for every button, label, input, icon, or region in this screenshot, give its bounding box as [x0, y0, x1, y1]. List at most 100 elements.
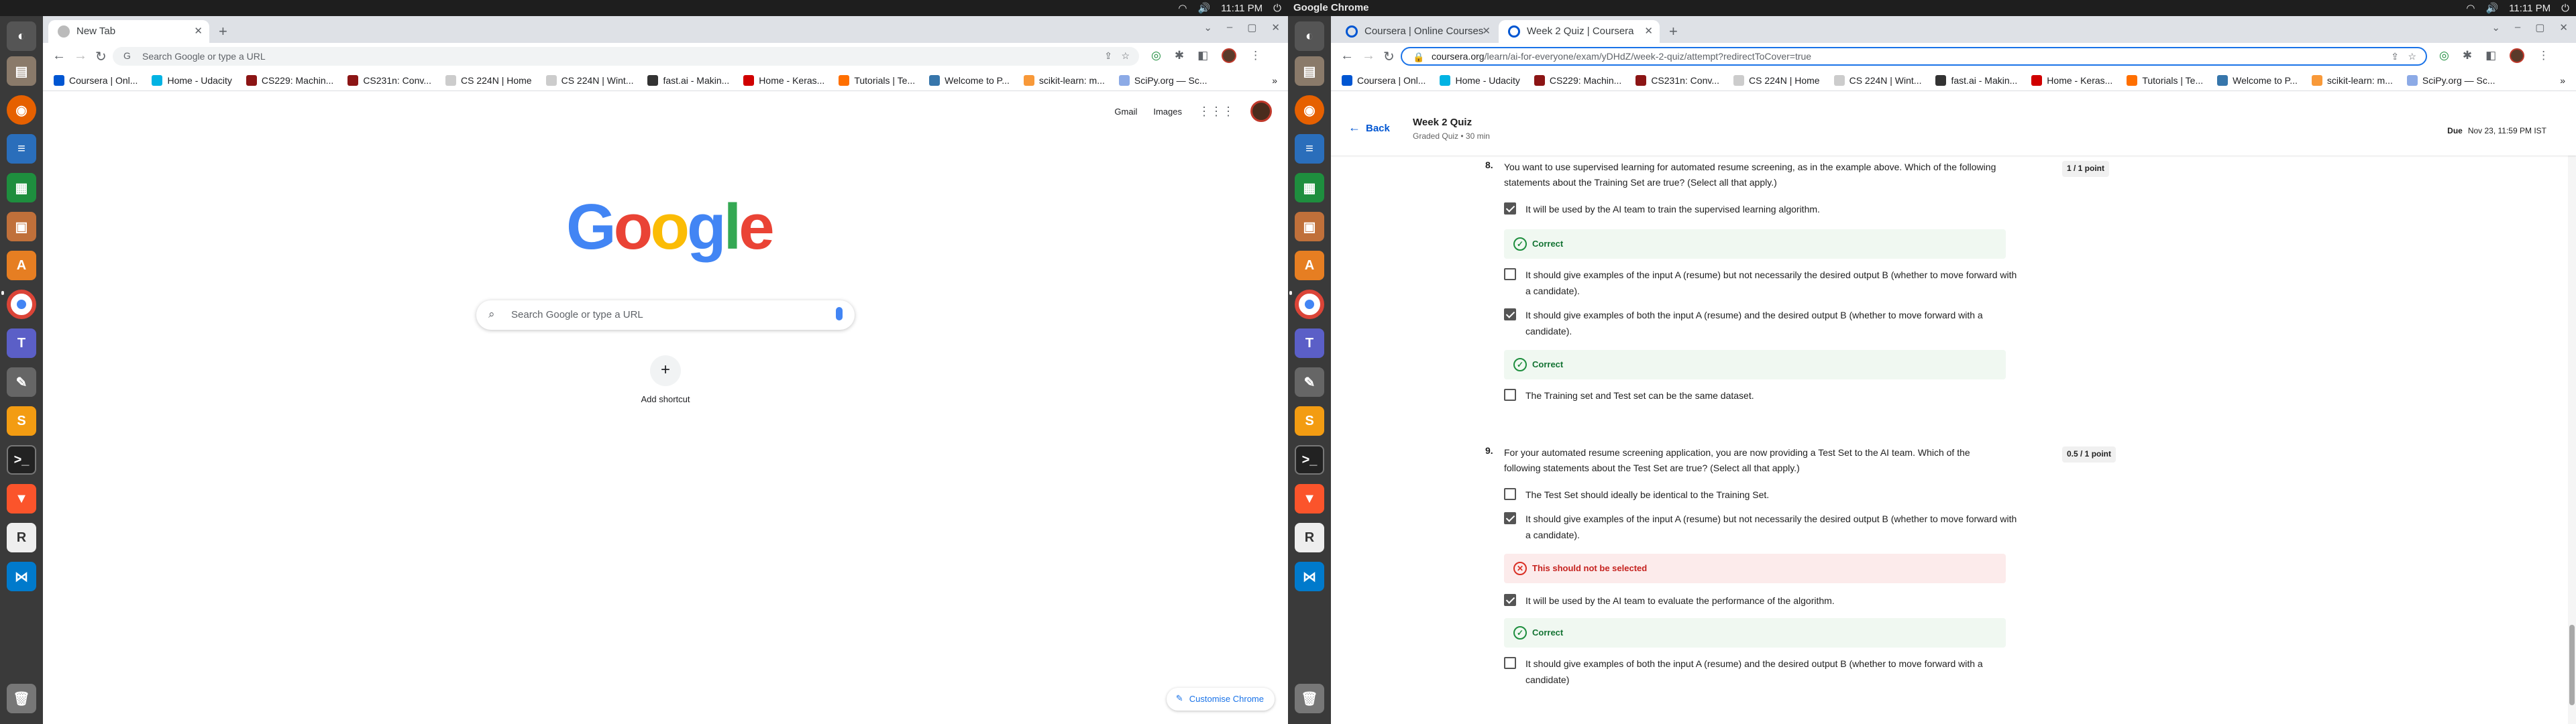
files-icon[interactable]: ▤ — [7, 56, 36, 86]
forward-arrow-icon[interactable]: → — [74, 48, 87, 64]
checkbox-unchecked[interactable] — [1504, 488, 1516, 500]
tab-week2-quiz[interactable]: Week 2 Quiz | Coursera ✕ — [1499, 20, 1660, 43]
side-panel-icon[interactable]: ◧ — [2485, 49, 2496, 62]
bookmark-item[interactable]: fast.ai - Makin... — [647, 70, 729, 90]
vscode-icon[interactable]: ⋈ — [1295, 562, 1324, 591]
bookmark-item[interactable]: fast.ai - Makin... — [1935, 70, 2017, 90]
teams-icon[interactable]: T — [7, 328, 36, 358]
bookmark-item[interactable]: scikit-learn: m... — [1023, 70, 1105, 90]
menu-icon[interactable]: ⋮ — [2538, 49, 2549, 62]
tab-new-tab[interactable]: New Tab ✕ — [48, 20, 209, 43]
forward-arrow-icon[interactable]: → — [1362, 48, 1375, 64]
sublime-icon[interactable]: S — [1295, 406, 1324, 436]
bookmark-item[interactable]: SciPy.org — Sc... — [1118, 70, 1208, 90]
rstudio-icon[interactable]: R — [7, 523, 36, 552]
back-arrow-icon[interactable]: ← — [1340, 48, 1354, 64]
more-bookmarks-icon[interactable]: » — [2560, 70, 2565, 90]
checkbox-checked[interactable] — [1504, 308, 1516, 320]
bookmark-item[interactable]: Home - Keras... — [743, 70, 824, 90]
bookmark-item[interactable]: Coursera | Onl... — [54, 70, 138, 90]
extensions-icon[interactable]: ✱ — [2463, 49, 2472, 62]
gmail-link[interactable]: Gmail — [1114, 107, 1137, 117]
close-tab-icon[interactable]: ✕ — [1482, 25, 1491, 37]
side-panel-icon[interactable]: ◧ — [1197, 49, 1208, 62]
new-tab-button[interactable]: + — [219, 23, 227, 40]
writer-icon[interactable]: ≡ — [7, 134, 36, 164]
writer-icon[interactable]: ≡ — [1295, 134, 1324, 164]
system-tray[interactable]: ◠ 🔊 11:11 PM ⏻ — [1178, 2, 1281, 15]
system-tray[interactable]: ◠ 🔊 11:11 PM ⏻ — [2466, 2, 2569, 15]
close-window-icon[interactable]: ✕ — [2559, 21, 2568, 34]
bookmark-item[interactable]: scikit-learn: m... — [2311, 70, 2393, 90]
text-editor-icon[interactable]: ✎ — [7, 367, 36, 397]
bookmark-item[interactable]: CS 224N | Home — [1733, 70, 1820, 90]
page-scrollbar[interactable] — [2568, 156, 2576, 724]
bookmark-item[interactable]: SciPy.org — Sc... — [2406, 70, 2496, 90]
impress-icon[interactable]: ▣ — [7, 212, 36, 241]
grammarly-icon[interactable]: ◎ — [1151, 49, 1161, 62]
checkbox-unchecked[interactable] — [1504, 657, 1516, 669]
profile-avatar[interactable] — [2510, 48, 2525, 63]
bookmark-item[interactable]: CS229: Machin... — [246, 70, 333, 90]
google-search-box[interactable]: ⌕ Search Google or type a URL — [476, 300, 855, 330]
close-window-icon[interactable]: ✕ — [1271, 21, 1280, 34]
bookmark-item[interactable]: CS 224N | Home — [445, 70, 532, 90]
rstudio-icon[interactable]: R — [1295, 523, 1324, 552]
grammarly-icon[interactable]: ◎ — [2439, 49, 2449, 62]
teams-icon[interactable]: T — [1295, 328, 1324, 358]
tab-coursera-home[interactable]: Coursera | Online Courses ✕ — [1336, 20, 1497, 43]
impress-icon[interactable]: ▣ — [1295, 212, 1324, 241]
calc-icon[interactable]: ▦ — [1295, 173, 1324, 202]
files-icon[interactable]: ▤ — [1295, 56, 1324, 86]
bookmark-star-icon[interactable]: ☆ — [2408, 51, 2416, 62]
brave-icon[interactable]: ▼ — [1295, 484, 1324, 514]
brave-icon[interactable]: ▼ — [7, 484, 36, 514]
bookmark-item[interactable]: CS231n: Conv... — [347, 70, 431, 90]
minimize-icon[interactable]: – — [2515, 21, 2520, 34]
extensions-icon[interactable]: ✱ — [1175, 49, 1184, 62]
checkbox-checked[interactable] — [1504, 202, 1516, 215]
bookmark-item[interactable]: Coursera | Onl... — [1342, 70, 1426, 90]
terminal-icon[interactable]: >_ — [1295, 445, 1324, 475]
bookmark-item[interactable]: Welcome to P... — [2217, 70, 2298, 90]
terminal-icon[interactable]: >_ — [7, 445, 36, 475]
more-bookmarks-icon[interactable]: » — [1272, 70, 1277, 90]
share-icon[interactable]: ⇪ — [2391, 51, 2399, 62]
checkbox-unchecked[interactable] — [1504, 389, 1516, 401]
checkbox-unchecked[interactable] — [1504, 268, 1516, 280]
close-tab-icon[interactable]: ✕ — [194, 25, 203, 37]
bookmark-star-icon[interactable]: ☆ — [1121, 50, 1130, 62]
omnibox[interactable]: G Search Google or type a URL ⇪ ☆ — [113, 47, 1139, 66]
apps-grid-icon[interactable]: ⋮⋮⋮ — [1198, 105, 1234, 119]
reload-icon[interactable]: ↻ — [95, 48, 107, 65]
omnibox[interactable]: 🔒 coursera.org/learn/ai-for-everyone/exa… — [1401, 47, 2427, 66]
firefox-icon[interactable]: ◉ — [1295, 95, 1324, 125]
show-apps-icon[interactable]: ◐ — [7, 21, 36, 51]
customise-chrome-button[interactable]: ✎ Customise Chrome — [1166, 688, 1275, 711]
microphone-icon[interactable] — [836, 307, 843, 320]
vscode-icon[interactable]: ⋈ — [7, 562, 36, 591]
bookmark-item[interactable]: Home - Udacity — [152, 70, 232, 90]
maximize-icon[interactable]: ▢ — [2535, 21, 2544, 34]
back-button[interactable]: ← Back — [1348, 121, 1390, 135]
tab-search-icon[interactable]: ⌄ — [2491, 21, 2500, 34]
images-link[interactable]: Images — [1153, 107, 1182, 117]
maximize-icon[interactable]: ▢ — [1247, 21, 1256, 34]
back-arrow-icon[interactable]: ← — [52, 48, 66, 64]
bookmark-item[interactable]: Home - Udacity — [1440, 70, 1520, 90]
bookmark-item[interactable]: Welcome to P... — [929, 70, 1010, 90]
chrome-icon[interactable] — [1295, 290, 1324, 319]
menu-icon[interactable]: ⋮ — [1250, 49, 1261, 62]
bookmark-item[interactable]: CS 224N | Wint... — [1833, 70, 1921, 90]
account-avatar[interactable] — [1250, 101, 1272, 122]
profile-avatar[interactable] — [1222, 48, 1237, 63]
tab-search-icon[interactable]: ⌄ — [1203, 21, 1212, 34]
bookmark-item[interactable]: Tutorials | Te... — [839, 70, 915, 90]
minimize-icon[interactable]: – — [1227, 21, 1232, 34]
new-tab-button[interactable]: + — [1669, 23, 1678, 40]
add-shortcut-tile[interactable]: + Add shortcut — [639, 355, 692, 404]
bookmark-item[interactable]: Tutorials | Te... — [2127, 70, 2203, 90]
checkbox-checked[interactable] — [1504, 512, 1516, 524]
app-a-icon[interactable]: A — [1295, 251, 1324, 280]
calc-icon[interactable]: ▦ — [7, 173, 36, 202]
